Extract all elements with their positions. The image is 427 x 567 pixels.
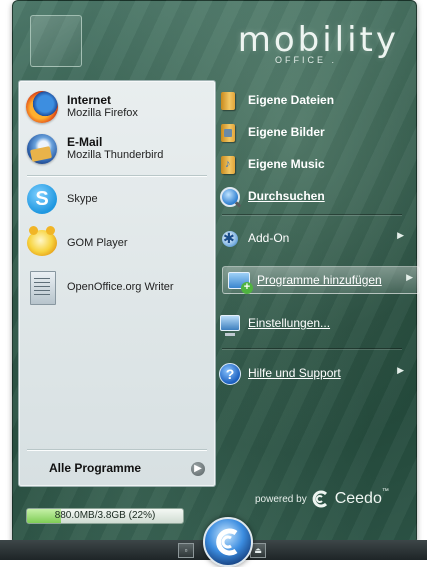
divider: [222, 348, 402, 349]
menu-item-label: Hilfe und Support: [248, 366, 341, 380]
all-programs-label: Alle Programme: [49, 461, 142, 475]
menu-item-settings[interactable]: Einstellungen...: [218, 310, 406, 336]
start-orb-button[interactable]: [198, 515, 256, 567]
submenu-arrow-icon: ▶: [397, 230, 404, 240]
search-icon: [218, 185, 240, 207]
music-folder-icon: [218, 153, 240, 175]
menu-item-label: Eigene Bilder: [248, 125, 325, 139]
skype-icon: S: [25, 182, 59, 216]
menu-item-add-programs[interactable]: Programme hinzufügen ▶: [222, 266, 420, 294]
thunderbird-icon: [25, 132, 59, 166]
program-gom-player[interactable]: GOM Player: [25, 223, 209, 263]
firefox-icon: [25, 90, 59, 124]
ceedo-logo-icon: [312, 490, 327, 508]
program-internet[interactable]: Internet Mozilla Firefox: [25, 87, 209, 127]
powered-by: powered by Ceedo ™: [255, 488, 389, 508]
program-label: OpenOffice.org Writer: [67, 281, 174, 293]
menu-item-label: Durchsuchen: [248, 189, 325, 203]
divider: [27, 449, 207, 450]
submenu-arrow-icon: ▶: [397, 365, 404, 375]
program-skype[interactable]: S Skype: [25, 179, 209, 219]
folder-icon: [218, 89, 240, 111]
user-avatar[interactable]: [30, 15, 82, 67]
program-label: GOM Player: [67, 237, 128, 249]
menu-item-pictures[interactable]: Eigene Bilder: [218, 119, 406, 145]
menu-item-documents[interactable]: Eigene Dateien: [218, 87, 406, 113]
pinned-programs-panel: Internet Mozilla Firefox E-Mail Mozilla …: [18, 80, 216, 487]
menu-item-help[interactable]: ? Hilfe und Support ▶: [218, 360, 406, 386]
arrow-right-icon[interactable]: ▶: [191, 462, 205, 476]
program-title: Internet: [67, 93, 112, 107]
powered-by-label: powered by: [255, 493, 307, 505]
divider: [222, 214, 402, 215]
openoffice-writer-icon: [25, 270, 59, 305]
add-programs-icon: [227, 269, 253, 294]
menu-item-label: Programme hinzufügen: [257, 273, 382, 287]
program-openoffice-writer[interactable]: OpenOffice.org Writer: [25, 267, 209, 307]
window-icon[interactable]: ▫: [178, 543, 194, 558]
menu-item-label: Eigene Music: [248, 157, 325, 171]
program-subtitle: Mozilla Thunderbird: [67, 149, 164, 161]
menu-item-label: Eigene Dateien: [248, 93, 335, 107]
menu-item-music[interactable]: Eigene Music: [218, 151, 406, 177]
menu-item-addon[interactable]: Add-On ▶: [218, 225, 406, 251]
storage-usage-bar: 880.0MB/3.8GB (22%): [26, 508, 184, 524]
brand-logo: mobility OFFICE .: [238, 22, 399, 65]
menu-item-label: Einstellungen...: [248, 316, 331, 330]
help-icon: ?: [218, 362, 241, 385]
ceedo-name: Ceedo: [334, 490, 382, 507]
trademark: ™: [381, 488, 389, 495]
menu-item-search[interactable]: Durchsuchen: [218, 183, 406, 209]
brand-name: mobility: [237, 20, 399, 60]
program-email[interactable]: E-Mail Mozilla Thunderbird: [25, 129, 209, 169]
addon-icon: [218, 227, 240, 249]
all-programs-button[interactable]: Alle Programme: [49, 461, 141, 475]
settings-icon: [218, 312, 240, 336]
menu-item-label: Add-On: [248, 231, 290, 245]
divider: [27, 175, 207, 176]
gom-player-icon: [25, 226, 59, 260]
storage-usage-text: 880.0MB/3.8GB (22%): [54, 510, 156, 521]
program-subtitle: Mozilla Firefox: [67, 107, 138, 119]
pictures-folder-icon: [218, 121, 240, 143]
program-label: Skype: [67, 193, 98, 205]
submenu-arrow-icon: ▶: [406, 272, 413, 282]
program-title: E-Mail: [67, 135, 103, 149]
